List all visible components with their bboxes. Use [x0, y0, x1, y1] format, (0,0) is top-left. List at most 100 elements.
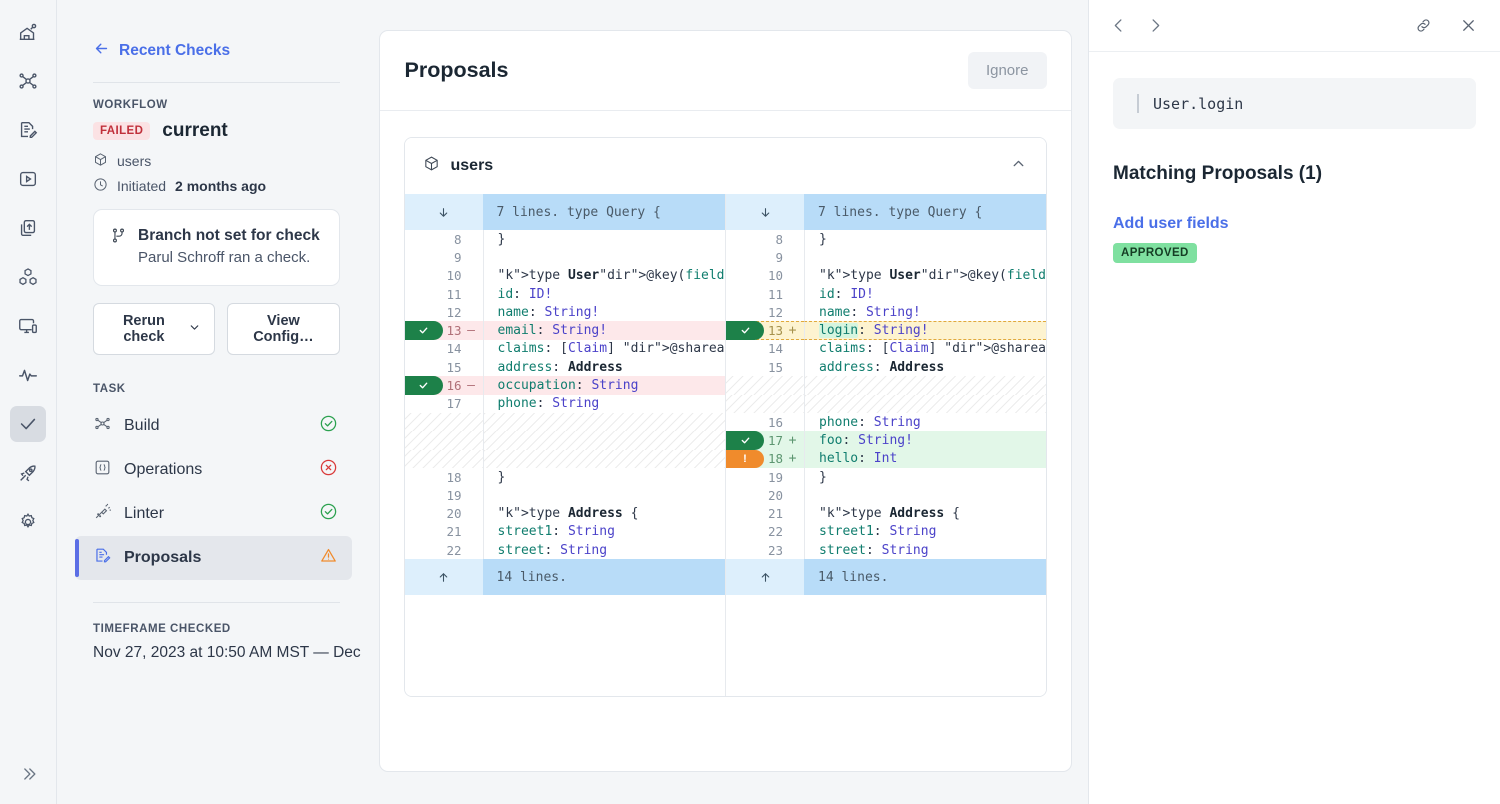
line-number-gutter: 11 [405, 285, 483, 303]
expand-arrow-left-top[interactable] [405, 194, 483, 230]
task-item-build[interactable]: Build [75, 404, 352, 448]
diff-row: 8} [405, 230, 726, 248]
line-number: 14 [768, 341, 783, 356]
explorer-play-icon [17, 168, 39, 190]
rail-item-subgraphs[interactable] [10, 259, 46, 295]
code-line: name: String! [804, 303, 1046, 321]
settings-gear-icon [17, 511, 39, 533]
rail-item-launches[interactable] [10, 455, 46, 491]
task-item-linter[interactable]: Linter [75, 492, 352, 536]
status-badge: FAILED [93, 122, 150, 140]
expand-up-row-right[interactable]: 7 lines. type Query { [726, 194, 1046, 230]
chevron-left-icon[interactable] [1109, 16, 1128, 35]
line-number: 10 [768, 268, 783, 283]
diff-body: 7 lines. type Query { 8}910"k">type User… [405, 194, 1046, 696]
diff-row: 18} [405, 468, 726, 486]
line-number-gutter: 9 [405, 248, 483, 266]
back-to-recent-checks-link[interactable]: Recent Checks [93, 40, 340, 62]
reports-icon [17, 217, 39, 239]
detail-panel-body: User.login Matching Proposals (1) Add us… [1089, 52, 1500, 263]
rail-item-settings[interactable] [10, 504, 46, 540]
rail-item-home[interactable] [10, 14, 46, 50]
line-number: 18 [446, 470, 461, 485]
diff-row: 14 claims: [Claim] "dir">@shareable [405, 340, 726, 358]
task-section-label: TASK [93, 383, 340, 395]
approved-chip-icon[interactable] [405, 376, 443, 394]
code-line: occupation: String [483, 376, 726, 394]
diff-row: 21"k">type Address { [726, 504, 1046, 522]
diff-row [405, 431, 726, 449]
diff-sign: + [787, 323, 798, 338]
linter-icon [93, 502, 112, 526]
sidebar-action-buttons: Rerun check View Config… [93, 303, 340, 355]
proposal-detail-panel: User.login Matching Proposals (1) Add us… [1088, 0, 1500, 804]
expand-up-row-left[interactable]: 7 lines. type Query { [405, 194, 726, 230]
line-number-gutter: 10 [726, 267, 804, 285]
line-number: 17 [446, 396, 461, 411]
diff-row: 15 address: Address [726, 358, 1046, 376]
line-number: 11 [768, 287, 783, 302]
diff-card: users 7 lines. type Query { [404, 137, 1047, 697]
proposal-link[interactable]: Add user fields [1113, 215, 1229, 233]
chevron-right-icon[interactable] [1146, 16, 1165, 35]
line-number-gutter: 8 [726, 230, 804, 248]
diff-card-header[interactable]: users [405, 138, 1046, 194]
task-item-proposals[interactable]: Proposals [75, 536, 352, 580]
proposals-panel: Proposals Ignore users [379, 30, 1072, 772]
approved-chip-icon[interactable] [726, 431, 764, 449]
line-number-gutter: 22 [405, 541, 483, 559]
expand-down-row-right[interactable]: 14 lines. [726, 559, 1046, 595]
expand-arrow-right-top[interactable] [726, 194, 804, 230]
diff-card-title: users [451, 157, 494, 175]
link-icon[interactable] [1414, 16, 1433, 35]
diff-row: 23 street: String [726, 541, 1046, 559]
line-number-gutter: 16 [726, 413, 804, 431]
diff-sign: + [787, 433, 798, 448]
rerun-check-label: Rerun check [107, 313, 181, 345]
task-list: Build Operations [93, 404, 340, 580]
ignore-button[interactable]: Ignore [968, 52, 1047, 89]
check-circle-icon [319, 502, 338, 526]
code-line: claims: [Claim] "dir">@shareable [483, 340, 726, 358]
line-number: 8 [775, 232, 783, 247]
rail-item-clients[interactable] [10, 308, 46, 344]
code-line: hello: Int [804, 450, 1046, 468]
warning-chip-icon[interactable]: ! [726, 450, 764, 468]
chevron-up-icon[interactable] [1010, 155, 1027, 177]
branch-card-subtitle: Parul Schroff ran a check. [138, 248, 323, 269]
rail-item-metrics[interactable] [10, 357, 46, 393]
code-line: } [804, 468, 1046, 486]
rerun-check-button[interactable]: Rerun check [93, 303, 215, 355]
line-number: 12 [446, 305, 461, 320]
proposal-status-badge: APPROVED [1113, 243, 1197, 263]
task-item-operations[interactable]: Operations [75, 448, 352, 492]
line-number: 8 [454, 232, 462, 247]
expand-down-row-left[interactable]: 14 lines. [405, 559, 726, 595]
clients-monitor-icon [17, 315, 39, 337]
code-line: foo: String! [804, 431, 1046, 449]
graph-name: users [117, 153, 151, 169]
chevrons-right-icon [19, 764, 39, 789]
approved-chip-icon[interactable] [726, 321, 764, 339]
line-number: 19 [446, 488, 461, 503]
approved-chip-icon[interactable] [405, 321, 443, 339]
diff-row: 17 phone: String [405, 395, 726, 413]
subgraphs-cubes-icon [17, 266, 39, 288]
close-icon[interactable] [1459, 16, 1478, 35]
rail-item-reports[interactable] [10, 210, 46, 246]
rail-item-graph[interactable] [10, 63, 46, 99]
rail-item-checks[interactable] [10, 406, 46, 442]
code-line: street1: String [804, 523, 1046, 541]
rail-expand-button[interactable] [0, 764, 57, 789]
expand-arrow-right-bottom[interactable] [726, 559, 804, 595]
rail-item-explorer[interactable] [10, 161, 46, 197]
diff-row: 20 [726, 486, 1046, 504]
diff-sign: — [466, 378, 477, 393]
metrics-pulse-icon [17, 364, 39, 386]
expand-arrow-left-bottom[interactable] [405, 559, 483, 595]
task-label: Build [124, 417, 307, 435]
line-number: 22 [768, 524, 783, 539]
clock-icon [93, 177, 108, 195]
view-config-button[interactable]: View Config… [227, 303, 340, 355]
rail-item-schema[interactable] [10, 112, 46, 148]
